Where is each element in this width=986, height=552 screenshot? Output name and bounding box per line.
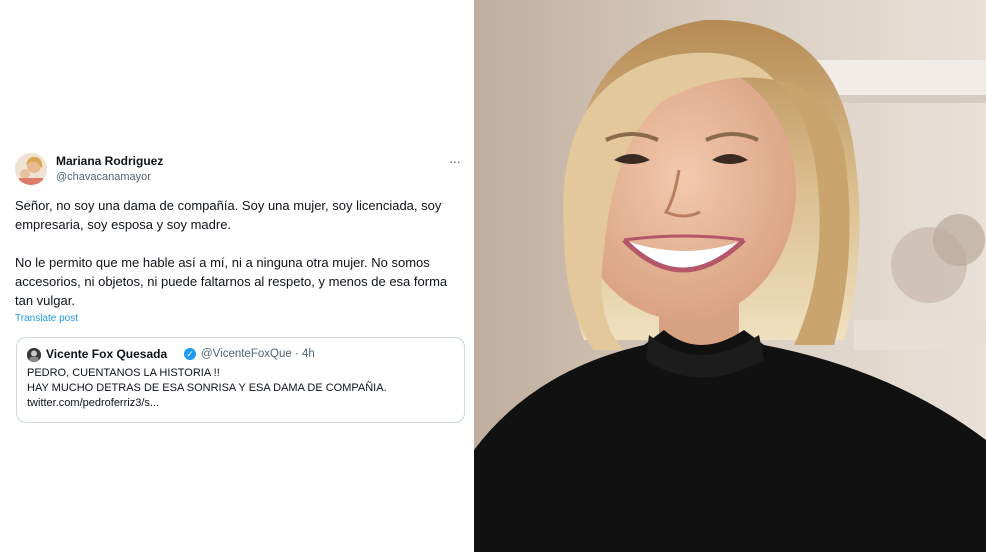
quoted-author-handle[interactable]: @VicenteFoxQue · 4h (201, 348, 315, 360)
woman-smiling-photo (474, 0, 986, 552)
author-handle[interactable]: @chavacanamayor (56, 171, 151, 183)
tweet-text: Señor, no soy una dama de compañía. Soy … (15, 196, 467, 310)
quoted-line-1: PEDRO, CUENTANOS LA HISTORIA !! (27, 367, 220, 379)
tweet-paragraph-1: Señor, no soy una dama de compañía. Soy … (15, 198, 442, 232)
quoted-tweet[interactable]: Vicente Fox Quesada ✓ @VicenteFoxQue · 4… (16, 337, 465, 423)
author-avatar[interactable] (15, 153, 47, 185)
verified-badge-icon: ✓ (184, 348, 196, 360)
more-options-icon[interactable]: ··· (449, 153, 461, 169)
quoted-line-3-link[interactable]: twitter.com/pedroferriz3/s... (27, 396, 457, 411)
quoted-author-avatar[interactable] (27, 348, 41, 362)
tweet-paragraph-2: No le permito que me hable así a mí, ni … (15, 255, 448, 308)
quoted-author-name[interactable]: Vicente Fox Quesada (46, 347, 167, 361)
translate-post-link[interactable]: Translate post (15, 313, 78, 324)
quoted-tweet-text: PEDRO, CUENTANOS LA HISTORIA !! HAY MUCH… (27, 366, 457, 411)
author-name[interactable]: Mariana Rodriguez (56, 154, 163, 168)
quoted-line-2: HAY MUCHO DETRAS DE ESA SONRISA Y ESA DA… (27, 382, 387, 394)
tweet-panel: Mariana Rodriguez @chavacanamayor ··· Se… (0, 0, 474, 552)
